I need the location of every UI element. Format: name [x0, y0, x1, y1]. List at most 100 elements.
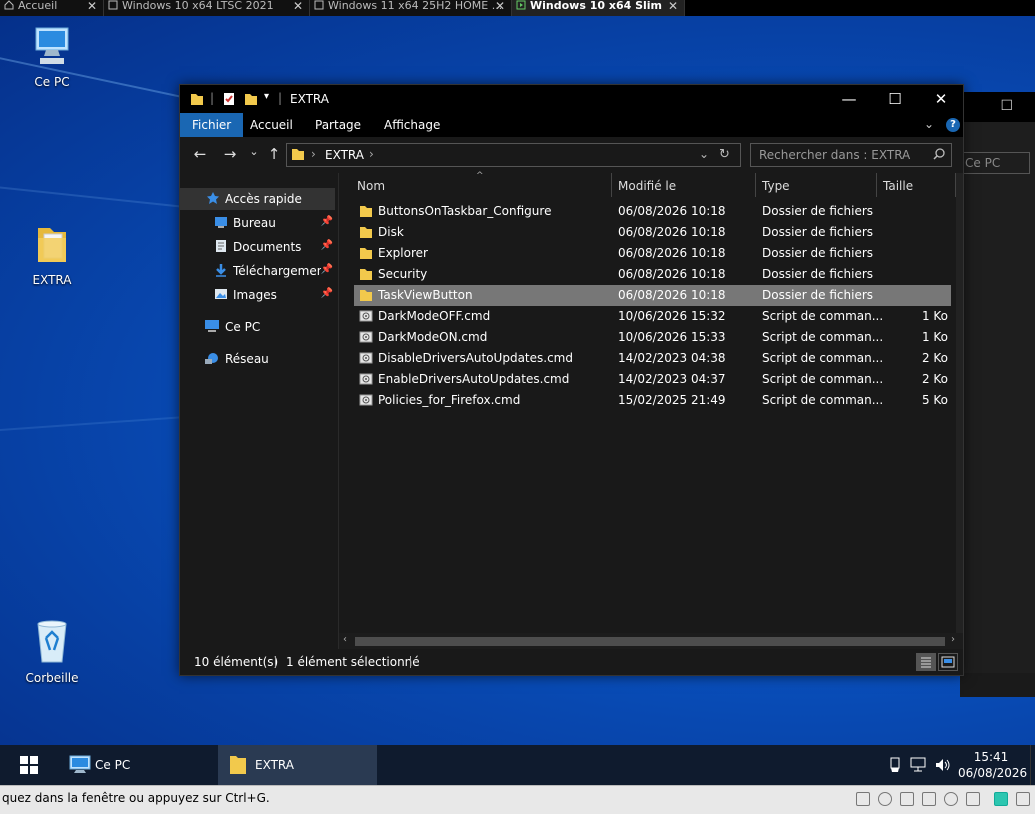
file-row[interactable]: EnableDriversAutoUpdates.cmd 14/02/2023 0… — [354, 369, 951, 390]
speaker-icon[interactable] — [934, 757, 952, 776]
system-clock[interactable]: 15:41 06/08/2026 — [958, 749, 1027, 781]
usb-device-icon[interactable] — [922, 792, 936, 806]
file-type: Script de comman... — [762, 372, 884, 386]
nav-item-telechargements[interactable]: Téléchargements 📌 — [180, 260, 335, 282]
column-header-type[interactable]: Type — [762, 179, 790, 193]
column-resize-handle[interactable] — [755, 173, 756, 197]
optical-drive-icon[interactable] — [878, 792, 892, 806]
file-name: TaskViewButton — [378, 288, 473, 302]
search-icon — [933, 148, 945, 163]
recent-locations-button[interactable]: ⌄ — [244, 145, 264, 158]
pin-icon[interactable]: 📌 — [321, 216, 333, 227]
column-header-name[interactable]: Nom — [357, 179, 385, 193]
nav-item-label: Ce PC — [225, 320, 261, 334]
nav-item-reseau[interactable]: Réseau — [180, 348, 335, 370]
hard-disk-icon[interactable] — [856, 792, 870, 806]
desktop-icon-extra[interactable]: EXTRA — [14, 224, 90, 287]
refresh-icon[interactable]: ↻ — [719, 147, 730, 162]
close-icon[interactable]: ✕ — [668, 0, 678, 12]
script-file-icon — [359, 393, 373, 410]
close-icon[interactable]: ✕ — [87, 0, 97, 12]
file-row[interactable]: DarkModeOFF.cmd 10/06/2026 15:32 Script de… — [354, 306, 951, 327]
file-row[interactable]: Policies_for_Firefox.cmd 15/02/2025 21:49… — [354, 390, 951, 411]
address-bar[interactable]: › EXTRA › ⌄ ↻ — [286, 143, 741, 167]
nav-item-images[interactable]: Images 📌 — [180, 284, 335, 306]
tab-fichier[interactable]: Fichier — [180, 113, 244, 137]
column-resize-handle[interactable] — [611, 173, 612, 197]
scrollbar-thumb[interactable] — [355, 637, 945, 646]
nav-item-documents[interactable]: Documents 📌 — [180, 236, 335, 258]
printer-icon[interactable] — [966, 792, 980, 806]
vm-tab-win11[interactable]: Windows 11 x64 25H2 HOME ... ✕ — [310, 0, 512, 16]
file-size: 5 Ko — [921, 393, 948, 407]
show-desktop-button[interactable] — [1030, 745, 1035, 785]
tab-partage[interactable]: Partage — [303, 113, 373, 137]
properties-icon[interactable] — [222, 92, 236, 109]
nav-item-ce-pc[interactable]: Ce PC — [180, 316, 335, 338]
customize-toolbar-icon[interactable]: ▾ — [264, 91, 269, 102]
details-view-icon[interactable] — [916, 653, 936, 671]
file-row[interactable]: DarkModeON.cmd 10/06/2026 15:33 Script de … — [354, 327, 951, 348]
column-resize-handle[interactable] — [876, 173, 877, 197]
expand-ribbon-icon[interactable]: ⌄ — [924, 117, 934, 131]
maximize-button[interactable]: ☐ — [872, 85, 918, 113]
close-icon[interactable]: ✕ — [293, 0, 303, 12]
scroll-left-icon[interactable]: ‹ — [343, 634, 347, 645]
minimize-button[interactable]: — — [826, 85, 872, 113]
search-field[interactable]: Rechercher dans : EXTRA — [750, 143, 952, 167]
vm-tab-home[interactable]: Accueil ✕ — [0, 0, 104, 16]
taskbar-item-extra[interactable]: EXTRA — [218, 745, 377, 785]
column-header-size[interactable]: Taille — [883, 179, 913, 193]
file-size: 2 Ko — [921, 372, 948, 386]
desktop-icon-ce-pc[interactable]: Ce PC — [14, 26, 90, 89]
up-button[interactable]: ↑ — [264, 145, 284, 163]
more-icon[interactable] — [1016, 792, 1030, 806]
new-folder-icon[interactable] — [244, 92, 258, 109]
file-name: DarkModeOFF.cmd — [378, 309, 491, 323]
tab-affichage[interactable]: Affichage — [372, 113, 452, 137]
network-icon[interactable] — [910, 757, 928, 776]
breadcrumb-extra[interactable]: EXTRA — [325, 148, 364, 162]
message-icon[interactable] — [994, 792, 1008, 806]
tab-accueil[interactable]: Accueil — [238, 113, 305, 137]
pin-icon[interactable]: 📌 — [321, 240, 333, 251]
file-row[interactable]: Explorer 06/08/2026 10:18 Dossier de fichi… — [354, 243, 951, 264]
taskbar-item-ce-pc[interactable]: Ce PC — [58, 745, 216, 785]
downloads-icon — [214, 263, 228, 280]
vm-icon — [108, 0, 118, 10]
ribbon: Fichier Accueil Partage Affichage ⌄ ? — [180, 113, 963, 137]
file-row[interactable]: ButtonsOnTaskbar_Configure 06/08/2026 10:… — [354, 201, 951, 222]
vm-tab-label: Accueil — [18, 0, 58, 12]
pin-icon[interactable]: 📌 — [321, 264, 333, 275]
vertical-scrollbar[interactable] — [956, 173, 963, 633]
address-dropdown-icon[interactable]: ⌄ — [699, 147, 709, 161]
desktop-icon-corbeille[interactable]: Corbeille — [14, 618, 90, 685]
network-adapter-icon[interactable] — [900, 792, 914, 806]
pin-icon[interactable]: 📌 — [321, 288, 333, 299]
nav-item-bureau[interactable]: Bureau 📌 — [180, 212, 335, 234]
maximize-icon[interactable]: ☐ — [960, 92, 1035, 122]
large-icons-view-icon[interactable] — [938, 653, 958, 671]
breadcrumb-separator[interactable]: › — [369, 147, 374, 161]
audio-icon[interactable] — [944, 792, 958, 806]
folder-icon — [228, 754, 248, 779]
help-icon[interactable]: ? — [946, 118, 960, 132]
close-icon[interactable]: ✕ — [495, 0, 505, 12]
file-row[interactable]: Disk 06/08/2026 10:18 Dossier de fichiers — [354, 222, 951, 243]
nav-item-acces-rapide[interactable]: Accès rapide — [180, 188, 335, 210]
file-row[interactable]: DisableDriversAutoUpdates.cmd 14/02/2023 … — [354, 348, 951, 369]
horizontal-scrollbar[interactable]: ‹ › — [339, 633, 963, 649]
forward-button[interactable]: → — [220, 145, 240, 163]
close-button[interactable]: ✕ — [918, 85, 964, 113]
back-button[interactable]: ← — [190, 145, 210, 163]
vm-tab-win10-ltsc[interactable]: Windows 10 x64 LTSC 2021 ✕ — [104, 0, 310, 16]
file-row[interactable]: Security 06/08/2026 10:18 Dossier de fichi… — [354, 264, 951, 285]
column-header-modified[interactable]: Modifié le — [618, 179, 676, 193]
title-bar[interactable]: | ▾ | EXTRA — ☐ ✕ — [180, 85, 963, 113]
usb-icon[interactable] — [888, 757, 902, 776]
scroll-right-icon[interactable]: › — [951, 634, 955, 645]
file-size: 1 Ko — [921, 309, 948, 323]
start-button[interactable] — [20, 756, 38, 777]
vm-tab-win10-slim[interactable]: Windows 10 x64 Slim ✕ — [512, 0, 685, 16]
file-row[interactable]: TaskViewButton 06/08/2026 10:18 Dossier de… — [354, 285, 951, 306]
